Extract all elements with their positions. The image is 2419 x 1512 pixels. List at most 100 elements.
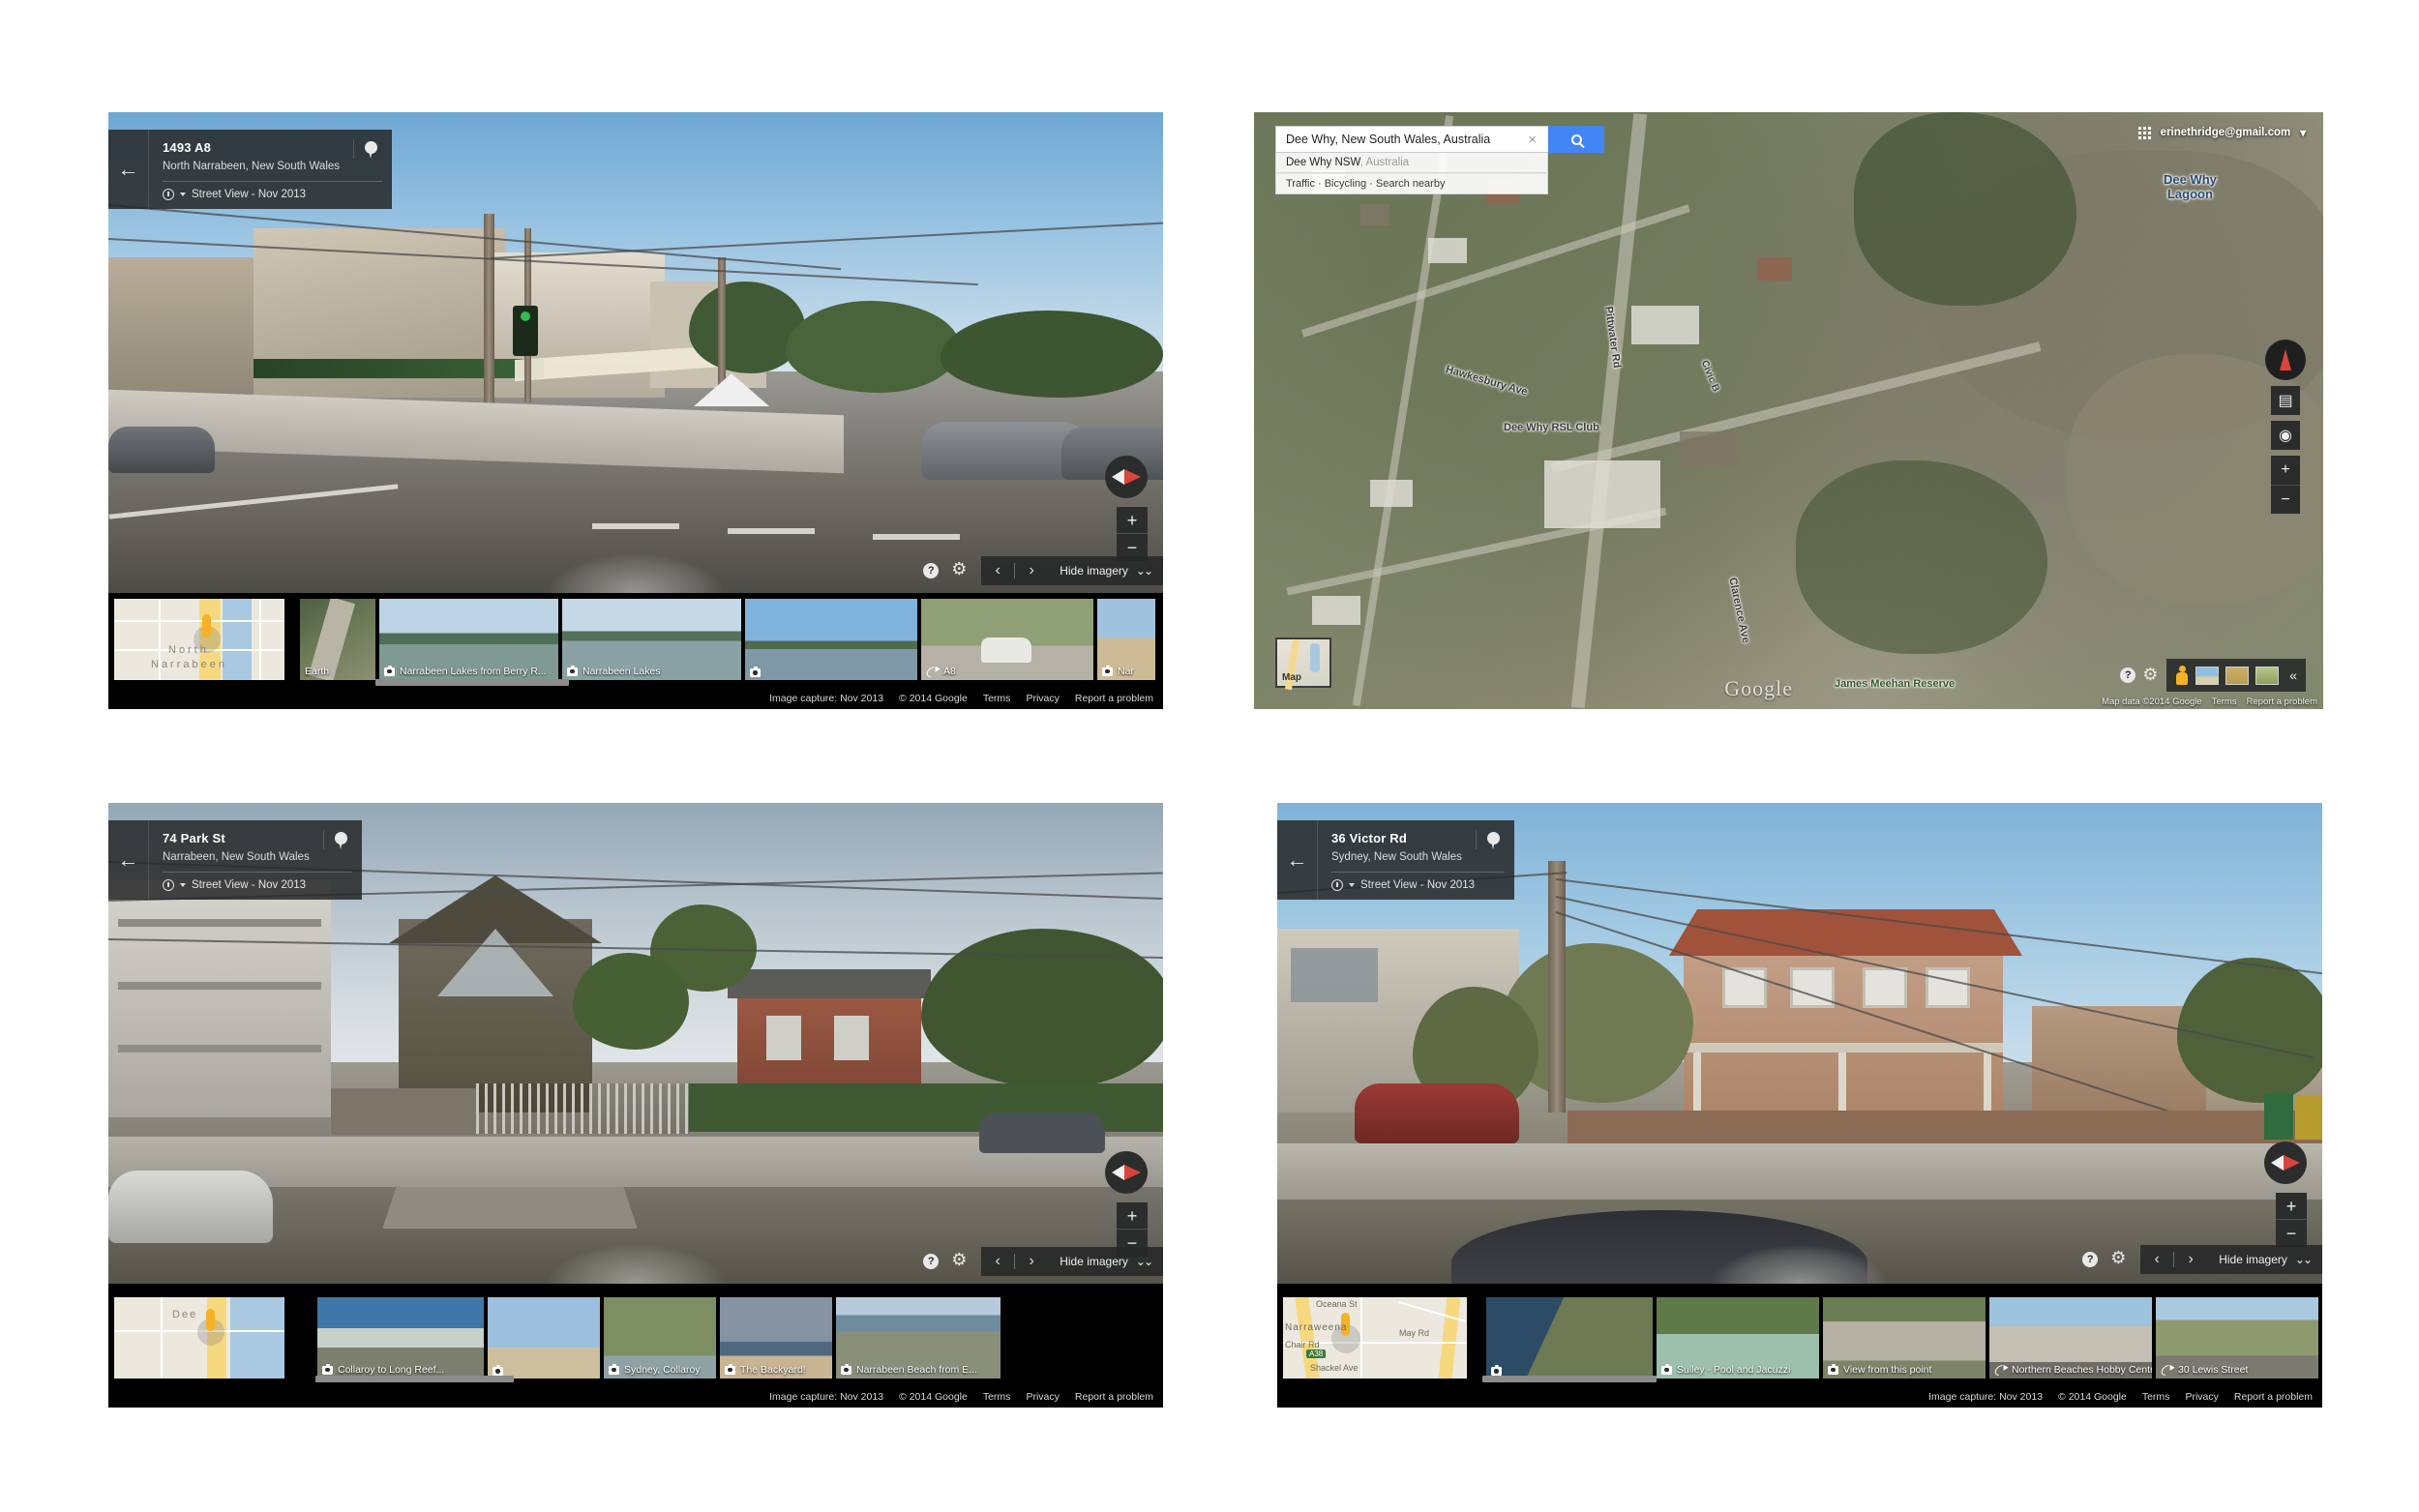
filmstrip-scrollbar[interactable] (375, 679, 569, 686)
list-item[interactable] (488, 1297, 600, 1379)
zoom-in-button[interactable]: + (1117, 507, 1148, 534)
list-item[interactable]: Earth (300, 599, 375, 680)
gear-icon[interactable] (2110, 1248, 2127, 1268)
terms-link[interactable]: Terms (2142, 1391, 2170, 1403)
privacy-link[interactable]: Privacy (2185, 1391, 2218, 1403)
list-item[interactable]: Sulley - Pool and Jacuzzi (1657, 1297, 1819, 1379)
search-input[interactable]: Dee Why, New South Wales, Australia × (1275, 126, 1548, 153)
clear-icon[interactable]: × (1522, 133, 1542, 147)
help-icon[interactable]: ? (923, 563, 940, 578)
compass-control[interactable] (2264, 1141, 2307, 1184)
list-item[interactable] (1486, 1297, 1653, 1379)
compass-control[interactable] (1105, 1151, 1148, 1194)
place-pin-button[interactable] (322, 830, 358, 849)
imagery-date-selector[interactable]: Street View - Nov 2013 (1331, 873, 1510, 892)
map-thumbnail-4[interactable]: Narraweena May Rd Chair Rd Shackel Ave O… (1283, 1297, 1467, 1379)
hide-imagery-button[interactable]: Hide imagery ⌄⌄ (1048, 556, 1163, 585)
locate-me-button[interactable]: ◉ (2271, 421, 2300, 450)
street-view-viewport-3[interactable]: ← 74 Park St Narrabeen, New South Wales … (108, 803, 1163, 1284)
zoom-in-button[interactable]: + (1117, 1202, 1148, 1230)
report-problem-link[interactable]: Report a problem (2247, 697, 2317, 707)
search-button[interactable] (1548, 126, 1604, 153)
list-item[interactable]: Collaroy to Long Reef... (317, 1297, 484, 1379)
place-pin-button[interactable] (353, 139, 388, 159)
tilt-control[interactable]: ▤ (2271, 386, 2300, 415)
street-view-viewport-1[interactable]: ← 1493 A8 North Narrabeen, New South Wal… (108, 112, 1163, 593)
report-problem-link[interactable]: Report a problem (1075, 1391, 1153, 1403)
hide-imagery-label: Hide imagery (1060, 564, 1128, 578)
compass-needle-white (1112, 1165, 1124, 1180)
map-thumbnail-3[interactable]: Dee Back to Map (114, 1297, 284, 1379)
list-item[interactable]: Narrabeen Lakes from Berry R... (379, 599, 558, 680)
report-problem-link[interactable]: Report a problem (1075, 693, 1153, 704)
zoom-control[interactable]: + − (1117, 507, 1148, 561)
layer-thumbnail-aerial[interactable] (2225, 666, 2250, 685)
prev-button[interactable]: ‹ (981, 1253, 1014, 1270)
zoom-in-button[interactable]: + (2271, 456, 2300, 485)
help-icon[interactable]: ? (923, 1254, 940, 1269)
list-item[interactable]: Nar (1097, 599, 1155, 680)
next-button[interactable]: › (1015, 1253, 1048, 1270)
compass-control[interactable] (1105, 456, 1148, 498)
chevron-double-down-icon: ⌄⌄ (1135, 1255, 1153, 1268)
satellite-imagery[interactable]: Dee Why Lagoon Pittwater Rd Hawkesbury Av… (1254, 112, 2323, 709)
list-item[interactable] (745, 599, 917, 680)
account-email[interactable]: erinethridge@gmail.com (2161, 127, 2291, 138)
list-item[interactable]: Narrabeen Beach from E... (836, 1297, 1000, 1379)
hide-imagery-button[interactable]: Hide imagery ⌄⌄ (2207, 1245, 2322, 1274)
filmstrip-scrollbar[interactable] (315, 1376, 514, 1382)
prev-button[interactable]: ‹ (981, 562, 1014, 579)
gear-icon[interactable] (951, 559, 968, 579)
prev-button[interactable]: ‹ (2140, 1251, 2173, 1268)
zoom-in-button[interactable]: + (2276, 1193, 2307, 1220)
terms-link[interactable]: Terms (2212, 697, 2237, 707)
list-item[interactable]: Northern Beaches Hobby Centre (1989, 1297, 2152, 1379)
map-quick-links[interactable]: Traffic · Bicycling · Search nearby (1275, 173, 1548, 194)
next-button[interactable]: › (2174, 1251, 2207, 1268)
report-problem-link[interactable]: Report a problem (2234, 1391, 2313, 1403)
list-item[interactable]: Narrabeen Lakes (562, 599, 741, 680)
zoom-control[interactable]: + − (2276, 1193, 2307, 1247)
wheelie-bin (2264, 1093, 2293, 1140)
back-arrow-button[interactable]: ← (108, 820, 149, 900)
next-button[interactable]: › (1015, 562, 1048, 579)
basemap-toggle[interactable]: Map (1275, 637, 1331, 691)
hide-imagery-button[interactable]: Hide imagery ⌄⌄ (1048, 1247, 1163, 1276)
list-item[interactable]: The Backyard! (720, 1297, 832, 1379)
pegman-icon[interactable] (2175, 666, 2189, 685)
imagery-date-selector[interactable]: Street View - Nov 2013 (163, 873, 358, 892)
gear-icon[interactable] (2142, 665, 2159, 685)
apps-grid-icon[interactable] (2137, 126, 2151, 139)
chevron-down-icon[interactable]: ▾ (2300, 126, 2306, 139)
expand-imagery-chevron-icon[interactable]: « (2285, 667, 2297, 683)
terms-link[interactable]: Terms (983, 1391, 1011, 1403)
back-arrow-button[interactable]: ← (108, 130, 149, 209)
list-item[interactable]: Sydney, Collaroy (604, 1297, 716, 1379)
gear-icon[interactable] (951, 1250, 968, 1270)
street-view-viewport-4[interactable]: ← 36 Victor Rd Sydney, New South Wales S… (1277, 803, 2322, 1284)
search-suggestion[interactable]: Dee Why NSW, Australia (1275, 153, 1548, 173)
bushland (1796, 460, 2047, 654)
list-item[interactable]: A8 (921, 599, 1093, 680)
zoom-out-button[interactable]: − (2276, 1220, 2307, 1247)
terms-link[interactable]: Terms (983, 693, 1011, 704)
privacy-link[interactable]: Privacy (1026, 1391, 1059, 1403)
zoom-out-button[interactable]: − (2271, 485, 2300, 514)
filmstrip-scrollbar[interactable] (1482, 1376, 1657, 1382)
traffic-light-green (521, 311, 530, 321)
help-icon[interactable]: ? (2120, 667, 2136, 683)
layer-thumbnail-terrain[interactable] (2255, 666, 2280, 685)
copyright-label: © 2014 Google (899, 693, 968, 704)
list-item[interactable]: 30 Lewis Street (2156, 1297, 2318, 1379)
help-icon[interactable]: ? (2082, 1252, 2099, 1267)
compass-control[interactable] (2265, 340, 2306, 380)
layer-thumbnail-beach[interactable] (2195, 666, 2220, 685)
imagery-date-selector[interactable]: Street View - Nov 2013 (163, 182, 388, 201)
apartment-building (108, 880, 331, 1117)
map-thumbnail-1[interactable]: North Narrabeen Back to Map (114, 599, 284, 680)
privacy-link[interactable]: Privacy (1026, 693, 1059, 704)
place-pin-button[interactable] (1475, 830, 1510, 849)
list-item[interactable]: View from this point (1823, 1297, 1986, 1379)
hide-imagery-label: Hide imagery (2219, 1253, 2287, 1266)
back-arrow-button[interactable]: ← (1277, 820, 1318, 900)
